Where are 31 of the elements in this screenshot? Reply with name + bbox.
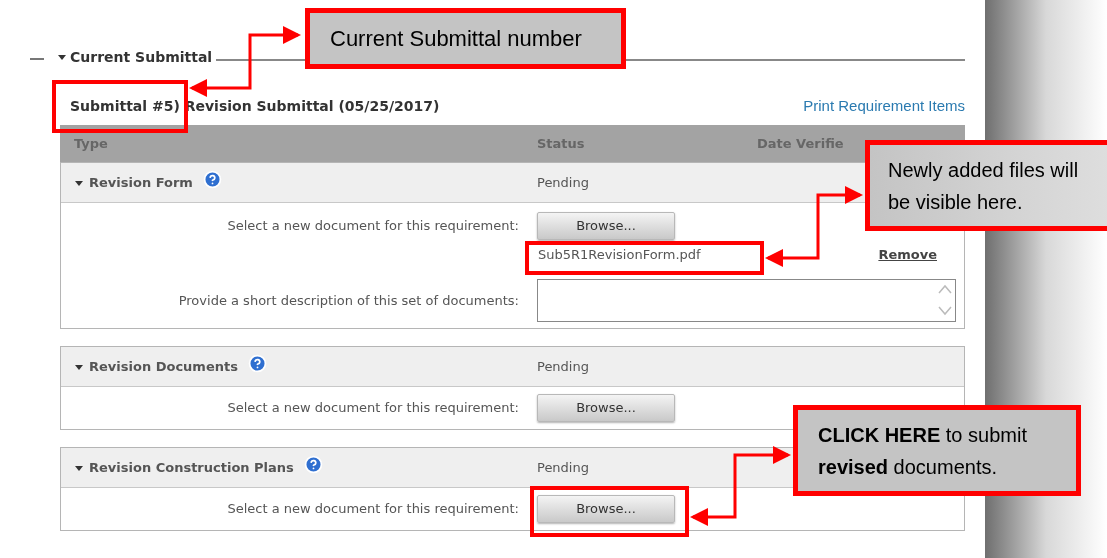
help-icon[interactable] (202, 170, 222, 189)
field-label: Provide a short description of this set of documents: (177, 291, 520, 310)
status-text: Pending (537, 357, 589, 376)
caret-icon[interactable] (75, 178, 83, 187)
callout-text: Current Submittal number (330, 25, 582, 53)
description-field[interactable] (537, 279, 956, 322)
callout-text: Newly added files will be visible here. (888, 157, 1080, 215)
status-text: Pending (537, 173, 589, 192)
requirement-name: Revision Documents (89, 357, 238, 376)
field-label: Select a new document for this requirement: (226, 399, 520, 418)
caret-icon[interactable] (75, 362, 83, 371)
browse-button[interactable]: Browse... (537, 394, 675, 422)
requirement-name: Revision Construction Plans (89, 458, 294, 477)
print-link[interactable]: Print Requirement Items (803, 94, 965, 117)
browse-button[interactable]: Browse... (537, 495, 675, 523)
status-text: Pending (537, 458, 589, 477)
help-icon[interactable] (247, 354, 267, 373)
requirement-name: Revision Form (89, 173, 193, 192)
browse-button[interactable]: Browse... (537, 212, 675, 240)
field-label: Select a new document for this requirement: (226, 217, 520, 236)
file-name: Sub5R1RevisionForm.pdf (538, 246, 701, 265)
caret-icon[interactable] (75, 463, 83, 472)
callout-text: CLICK HERE to submit revised documents. (818, 422, 1028, 480)
column-header: Type (73, 134, 109, 153)
section-title[interactable]: Current Submittal (70, 46, 213, 68)
column-header: Status (537, 134, 586, 153)
caret-icon[interactable] (58, 53, 66, 61)
column-header: Date Verifie (757, 134, 845, 153)
field-label: Select a new document for this requirement: (226, 500, 520, 519)
remove-link[interactable]: Remove (878, 245, 937, 265)
help-icon[interactable] (303, 455, 323, 474)
